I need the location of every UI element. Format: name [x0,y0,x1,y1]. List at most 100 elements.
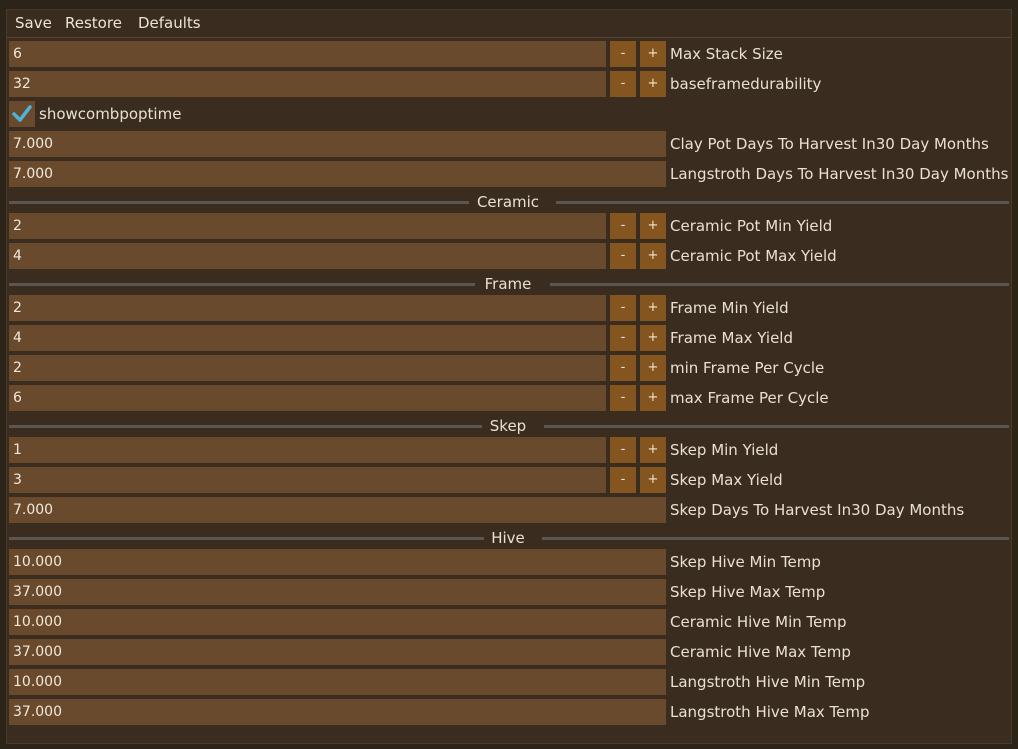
section-divider [9,201,469,204]
showcombpoptime-checkbox[interactable] [9,101,35,127]
skep-hive-min-temp-input[interactable] [9,549,666,575]
langstroth-days-input[interactable] [9,161,666,187]
skep-min-decrement-button[interactable]: - [610,437,636,463]
frame-max-label: Frame Max Yield [670,329,793,347]
section-title-frame: Frame [484,275,532,293]
section-title-ceramic: Ceramic [476,193,540,211]
setting-row-ceramic-pot-max: - + Ceramic Pot Max Yield [7,242,1011,270]
frame-min-increment-button[interactable]: + [640,295,666,321]
langstroth-days-label: Langstroth Days To Harvest In30 Day Mont… [670,165,1009,183]
setting-row-skep-min: - + Skep Min Yield [7,436,1011,464]
ceramic-hive-min-temp-label: Ceramic Hive Min Temp [670,613,847,631]
setting-row-ceramic-hive-max-temp: Ceramic Hive Max Temp [7,638,1011,666]
skep-hive-min-temp-label: Skep Hive Min Temp [670,553,821,571]
skep-max-label: Skep Max Yield [670,471,783,489]
ceramic-hive-max-temp-label: Ceramic Hive Max Temp [670,643,851,661]
skep-min-input[interactable] [9,437,606,463]
setting-row-frame-min: - + Frame Min Yield [7,294,1011,322]
skep-hive-max-temp-label: Skep Hive Max Temp [670,583,826,601]
section-header-skep: Skep [7,414,1011,438]
setting-row-baseframedurability: - + baseframedurability [7,70,1011,98]
min-frame-cycle-label: min Frame Per Cycle [670,359,825,377]
section-title-skep: Skep [489,417,527,435]
frame-max-decrement-button[interactable]: - [610,325,636,351]
config-panel: Save Restore Defaults - + Max Stack Size… [6,9,1012,744]
max-frame-cycle-label: max Frame Per Cycle [670,389,829,407]
frame-min-decrement-button[interactable]: - [610,295,636,321]
section-divider [542,537,1009,540]
langstroth-hive-max-temp-label: Langstroth Hive Max Temp [670,703,870,721]
setting-row-skep-hive-min-temp: Skep Hive Min Temp [7,548,1011,576]
setting-row-skep-max: - + Skep Max Yield [7,466,1011,494]
baseframedurability-increment-button[interactable]: + [640,71,666,97]
ceramic-pot-max-decrement-button[interactable]: - [610,243,636,269]
ceramic-pot-max-label: Ceramic Pot Max Yield [670,247,837,265]
setting-row-min-frame-cycle: - + min Frame Per Cycle [7,354,1011,382]
setting-row-skep-days: Skep Days To Harvest In30 Day Months [7,496,1011,524]
frame-max-increment-button[interactable]: + [640,325,666,351]
setting-row-langstroth-hive-min-temp: Langstroth Hive Min Temp [7,668,1011,696]
frame-min-label: Frame Min Yield [670,299,789,317]
frame-min-input[interactable] [9,295,606,321]
skep-min-increment-button[interactable]: + [640,437,666,463]
setting-row-max-frame-cycle: - + max Frame Per Cycle [7,384,1011,412]
section-divider [544,425,1009,428]
baseframedurability-label: baseframedurability [670,75,822,93]
ceramic-pot-min-input[interactable] [9,213,606,239]
section-divider [550,283,1009,286]
section-header-hive: Hive [7,526,1011,550]
skep-days-input[interactable] [9,497,666,523]
ceramic-pot-min-increment-button[interactable]: + [640,213,666,239]
ceramic-pot-min-label: Ceramic Pot Min Yield [670,217,833,235]
setting-row-langstroth-hive-max-temp: Langstroth Hive Max Temp [7,698,1011,726]
max-stack-size-input[interactable] [9,41,606,67]
min-frame-cycle-input[interactable] [9,355,606,381]
ceramic-hive-max-temp-input[interactable] [9,639,666,665]
section-header-frame: Frame [7,272,1011,296]
skep-max-input[interactable] [9,467,606,493]
max-stack-size-increment-button[interactable]: + [640,41,666,67]
setting-row-max-stack-size: - + Max Stack Size [7,40,1011,68]
defaults-menu-item[interactable]: Defaults [138,12,201,34]
min-frame-cycle-decrement-button[interactable]: - [610,355,636,381]
langstroth-hive-min-temp-label: Langstroth Hive Min Temp [670,673,866,691]
setting-row-ceramic-pot-min: - + Ceramic Pot Min Yield [7,212,1011,240]
ceramic-pot-max-increment-button[interactable]: + [640,243,666,269]
langstroth-hive-max-temp-input[interactable] [9,699,666,725]
baseframedurability-decrement-button[interactable]: - [610,71,636,97]
ceramic-hive-min-temp-input[interactable] [9,609,666,635]
section-divider [556,201,1009,204]
setting-row-ceramic-hive-min-temp: Ceramic Hive Min Temp [7,608,1011,636]
min-frame-cycle-increment-button[interactable]: + [640,355,666,381]
setting-row-skep-hive-max-temp: Skep Hive Max Temp [7,578,1011,606]
skep-hive-max-temp-input[interactable] [9,579,666,605]
showcombpoptime-label: showcombpoptime [39,105,182,123]
section-divider [9,425,482,428]
skep-min-label: Skep Min Yield [670,441,779,459]
skep-max-decrement-button[interactable]: - [610,467,636,493]
setting-row-frame-max: - + Frame Max Yield [7,324,1011,352]
menu-bar: Save Restore Defaults [7,10,1011,38]
ceramic-pot-min-decrement-button[interactable]: - [610,213,636,239]
setting-row-langstroth-days: Langstroth Days To Harvest In30 Day Mont… [7,160,1011,188]
section-divider [9,537,484,540]
max-stack-size-decrement-button[interactable]: - [610,41,636,67]
section-header-ceramic: Ceramic [7,190,1011,214]
clay-pot-days-input[interactable] [9,131,666,157]
max-frame-cycle-increment-button[interactable]: + [640,385,666,411]
restore-menu-item[interactable]: Restore [65,12,122,34]
max-stack-size-label: Max Stack Size [670,45,783,63]
section-divider [9,283,475,286]
max-frame-cycle-decrement-button[interactable]: - [610,385,636,411]
save-menu-item[interactable]: Save [15,12,52,34]
checkmark-icon [12,105,32,122]
frame-max-input[interactable] [9,325,606,351]
langstroth-hive-min-temp-input[interactable] [9,669,666,695]
baseframedurability-input[interactable] [9,71,606,97]
window-background: Save Restore Defaults - + Max Stack Size… [0,0,1018,749]
setting-row-clay-pot-days: Clay Pot Days To Harvest In30 Day Months [7,130,1011,158]
max-frame-cycle-input[interactable] [9,385,606,411]
ceramic-pot-max-input[interactable] [9,243,606,269]
skep-max-increment-button[interactable]: + [640,467,666,493]
clay-pot-days-label: Clay Pot Days To Harvest In30 Day Months [670,135,989,153]
